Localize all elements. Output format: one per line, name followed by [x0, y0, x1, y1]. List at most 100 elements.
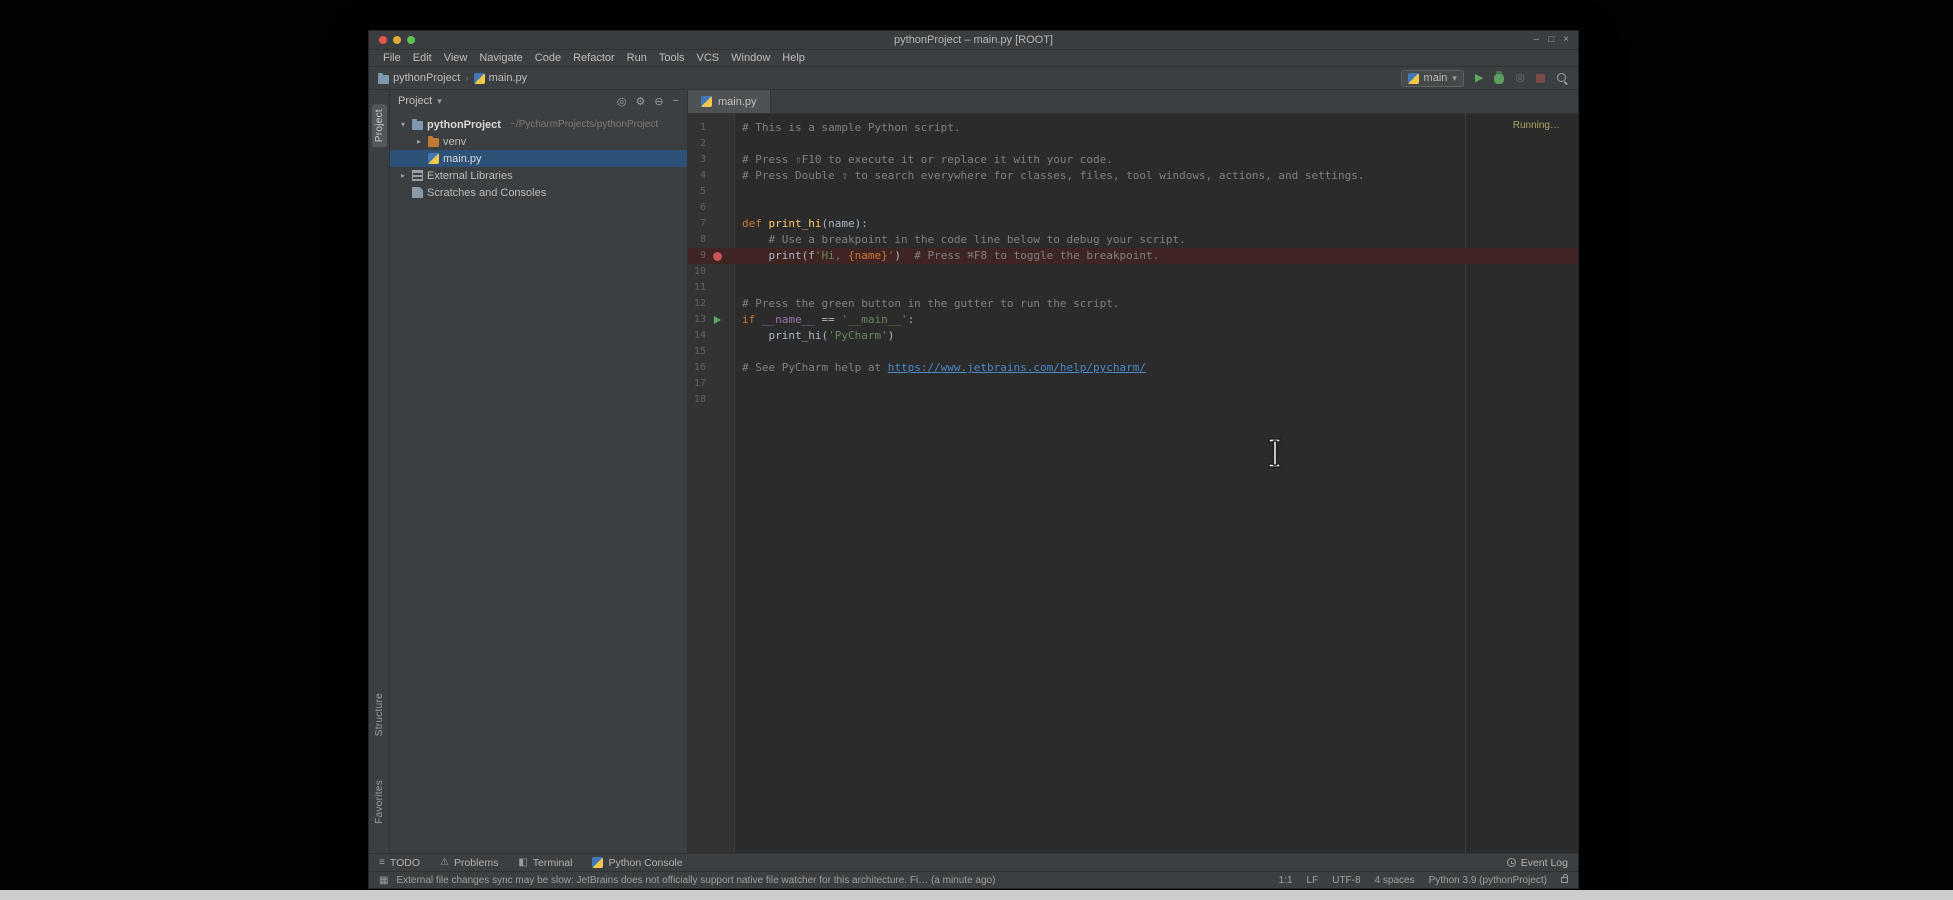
status-caret-position[interactable]: 1:1 — [1279, 875, 1293, 886]
stripe-button-project[interactable]: Project — [372, 104, 387, 147]
minimize-button[interactable]: – — [1534, 35, 1540, 45]
gutter-line-7[interactable]: 7 — [688, 216, 734, 232]
code-line-6[interactable]: 6 — [688, 200, 1578, 216]
status-line-separator[interactable]: LF — [1307, 875, 1319, 886]
gutter-line-13[interactable]: 13 — [688, 312, 734, 328]
gutter-line-6[interactable]: 6 — [688, 200, 734, 216]
code-line-11[interactable]: 11 — [688, 280, 1578, 296]
code-line-8[interactable]: 8 # Use a breakpoint in the code line be… — [688, 232, 1578, 248]
code-line-10[interactable]: 10 — [688, 264, 1578, 280]
menu-view[interactable]: View — [438, 52, 474, 64]
gutter-line-2[interactable]: 2 — [688, 136, 734, 152]
code-line-15[interactable]: 15 — [688, 344, 1578, 360]
breadcrumb-item-main-py[interactable]: main.py — [474, 72, 528, 84]
breakpoint-icon[interactable] — [713, 252, 722, 261]
tool-window-button-event-log[interactable]: Event Log — [1507, 857, 1568, 869]
menu-navigate[interactable]: Navigate — [473, 52, 528, 64]
code-line-17[interactable]: 17 — [688, 376, 1578, 392]
tree-item-external-libraries[interactable]: ▸External Libraries — [390, 167, 687, 184]
menu-code[interactable]: Code — [529, 52, 567, 64]
tree-item-pythonproject[interactable]: ▾pythonProject~/PycharmProjects/pythonPr… — [390, 116, 687, 133]
gutter-line-10[interactable]: 10 — [688, 264, 734, 280]
tree-item-venv[interactable]: ▸venv — [390, 133, 687, 150]
lock-icon[interactable] — [1561, 877, 1568, 883]
stripe-button-structure[interactable]: Structure — [372, 688, 387, 741]
code-line-5[interactable]: 5 — [688, 184, 1578, 200]
code-link[interactable]: https://www.jetbrains.com/help/pycharm/ — [888, 361, 1146, 374]
zoom-traffic-button[interactable] — [407, 36, 415, 44]
stop-button[interactable] — [1536, 74, 1545, 83]
code-line-1[interactable]: 1# This is a sample Python script. — [688, 120, 1578, 136]
editor-tab-main-py[interactable]: main.py — [688, 90, 771, 113]
gutter-line-14[interactable]: 14 — [688, 328, 734, 344]
breakpoint-gutter[interactable] — [709, 248, 727, 264]
menu-refactor[interactable]: Refactor — [567, 52, 621, 64]
code-line-2[interactable]: 2 — [688, 136, 1578, 152]
gutter-line-17[interactable]: 17 — [688, 376, 734, 392]
status-message[interactable]: External file changes sync may be slow: … — [396, 875, 995, 886]
menu-window[interactable]: Window — [725, 52, 776, 64]
gutter-line-16[interactable]: 16 — [688, 360, 734, 376]
run-configuration-select[interactable]: main ▾ — [1401, 70, 1464, 87]
code-line-12[interactable]: 12# Press the green button in the gutter… — [688, 296, 1578, 312]
close-button[interactable]: × — [1563, 35, 1569, 45]
expand-arrow-icon[interactable]: ▸ — [398, 171, 408, 180]
code-line-14[interactable]: 14 print_hi('PyCharm') — [688, 328, 1578, 344]
status-indent-style[interactable]: 4 spaces — [1375, 875, 1415, 886]
expand-arrow-icon[interactable]: ▸ — [414, 137, 424, 146]
gutter-line-11[interactable]: 11 — [688, 280, 734, 296]
menu-bar: FileEditViewNavigateCodeRefactorRunTools… — [369, 50, 1578, 67]
run-button[interactable]: ▶ — [1475, 73, 1483, 84]
minimize-traffic-button[interactable] — [393, 36, 401, 44]
gutter-line-5[interactable]: 5 — [688, 184, 734, 200]
status-file-encoding[interactable]: UTF-8 — [1332, 875, 1360, 886]
code-line-3[interactable]: 3# Press ⇧F10 to execute it or replace i… — [688, 152, 1578, 168]
code-line-9[interactable]: 9 print(f'Hi, {name}') # Press ⌘F8 to to… — [688, 248, 1578, 264]
menu-help[interactable]: Help — [776, 52, 811, 64]
menu-file[interactable]: File — [377, 52, 407, 64]
expand-arrow-icon[interactable]: ▾ — [398, 120, 408, 129]
code-line-7[interactable]: 7def print_hi(name): — [688, 216, 1578, 232]
debug-button[interactable] — [1494, 73, 1504, 84]
inspections-widget[interactable]: Running… — [1513, 120, 1560, 131]
close-traffic-button[interactable] — [379, 36, 387, 44]
gutter-line-12[interactable]: 12 — [688, 296, 734, 312]
project-panel-header[interactable]: Project ▾ ◎ ⚙ ⊖ − — [390, 90, 687, 112]
stripe-button-favorites[interactable]: Favorites — [372, 775, 387, 829]
code-line-18[interactable]: 18 — [688, 392, 1578, 408]
title-bar[interactable]: pythonProject – main.py [ROOT] –□× — [369, 31, 1578, 50]
code-line-4[interactable]: 4# Press Double ⇧ to search everywhere f… — [688, 168, 1578, 184]
profile-button[interactable]: ◎ — [1515, 73, 1525, 84]
gutter-line-4[interactable]: 4 — [688, 168, 734, 184]
tree-item-main-py[interactable]: main.py — [390, 150, 687, 167]
gutter-line-8[interactable]: 8 — [688, 232, 734, 248]
menu-edit[interactable]: Edit — [407, 52, 438, 64]
gutter-line-15[interactable]: 15 — [688, 344, 734, 360]
gear-icon[interactable]: ⚙ — [635, 95, 645, 108]
menu-vcs[interactable]: VCS — [691, 52, 726, 64]
search-everywhere-button[interactable] — [1556, 72, 1569, 85]
gutter-line-9[interactable]: 9 — [688, 248, 734, 264]
menu-tools[interactable]: Tools — [653, 52, 691, 64]
code-line-16[interactable]: 16# See PyCharm help at https://www.jetb… — [688, 360, 1578, 376]
maximize-button[interactable]: □ — [1548, 35, 1554, 45]
code-editor[interactable]: 1# This is a sample Python script.23# Pr… — [688, 114, 1578, 853]
tool-window-toggle-icon[interactable]: ▦ — [379, 875, 388, 886]
tool-window-button-python-console[interactable]: Python Console — [592, 857, 682, 869]
gutter-line-3[interactable]: 3 — [688, 152, 734, 168]
run-gutter[interactable] — [709, 312, 727, 328]
code-line-13[interactable]: 13if __name__ == '__main__': — [688, 312, 1578, 328]
locate-file-icon[interactable]: ◎ — [617, 95, 627, 108]
tool-window-button-problems[interactable]: ⚠Problems — [440, 857, 498, 869]
run-line-icon[interactable] — [714, 316, 721, 324]
collapse-all-icon[interactable]: ⊖ — [654, 95, 663, 108]
tool-window-button-todo[interactable]: ≡TODO — [379, 857, 420, 869]
breadcrumb-item-pythonproject[interactable]: pythonProject — [378, 72, 460, 84]
menu-run[interactable]: Run — [621, 52, 653, 64]
tool-window-button-terminal[interactable]: ◧Terminal — [518, 857, 572, 869]
tree-item-scratches-and-consoles[interactable]: Scratches and Consoles — [390, 184, 687, 201]
status-python-interpreter[interactable]: Python 3.9 (pythonProject) — [1429, 875, 1547, 886]
gutter-line-1[interactable]: 1 — [688, 120, 734, 136]
gutter-line-18[interactable]: 18 — [688, 392, 734, 408]
hide-panel-icon[interactable]: − — [673, 95, 679, 108]
